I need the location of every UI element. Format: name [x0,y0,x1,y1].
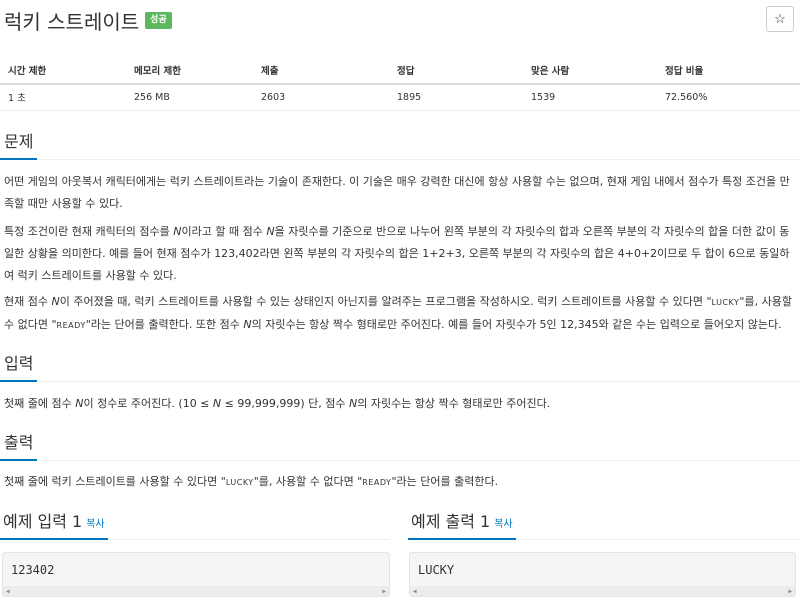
value-submissions: 2603 [253,84,389,111]
sample-input-box[interactable]: 123402 ◀ ▶ [2,552,390,597]
value-solved-users: 1539 [523,84,657,111]
problem-heading: 문제 [0,128,38,160]
header-memory-limit: 메모리 제한 [126,56,253,85]
variable-n: N [51,295,60,308]
header-submissions: 제출 [253,56,389,85]
page-title: 럭키 스트레이트 [4,9,140,34]
description-paragraph-2: 특정 조건이란 현재 캐릭터의 점수를 N이라고 할 때 점수 N을 자릿수를 … [4,225,790,282]
scroll-left-icon[interactable]: ◀ [6,588,10,595]
output-section-header: 출력 [0,429,800,461]
title-row: 럭키 스트레이트 성공 [4,6,172,34]
sample-input-heading: 예제 입력 1 복사 [0,508,108,540]
copy-output-button[interactable]: 복사 [494,519,512,530]
variable-n: N [173,225,182,238]
value-accepted: 1895 [389,84,523,111]
input-heading: 입력 [0,350,38,382]
scroll-right-icon[interactable]: ▶ [788,588,792,595]
horizontal-scrollbar[interactable]: ◀ ▶ [410,586,795,596]
problem-section-header: 문제 [0,128,800,160]
ready-keyword: READY [362,478,392,487]
scroll-right-icon[interactable]: ▶ [382,588,386,595]
output-heading: 출력 [0,429,38,461]
variable-n: N [266,225,275,238]
output-description: 첫째 줄에 럭키 스트레이트를 사용할 수 있다면 "LUCKY"를, 사용할 … [4,475,499,488]
status-badge: 성공 [145,11,172,29]
value-time-limit: 1 초 [0,84,126,111]
header-time-limit: 시간 제한 [0,56,126,85]
header-accept-ratio: 정답 비율 [657,56,800,85]
variable-n: N [348,397,358,410]
input-description: 첫째 줄에 점수 N이 정수로 주어진다. (10 ≤ N ≤ 99,999,9… [4,397,551,410]
sample-input-header: 예제 입력 1 복사 [0,508,390,540]
sample-output-header: 예제 출력 1 복사 [408,508,800,540]
table-header-row: 시간 제한 메모리 제한 제출 정답 맞은 사람 정답 비율 [0,56,800,85]
description-paragraph-1: 어떤 게임의 아웃복서 캐릭터에게는 럭키 스트레이트라는 기술이 존재한다. … [4,175,790,210]
favorite-button[interactable]: ☆ [766,6,794,32]
variable-n: N [243,318,252,331]
sample-output-value: LUCKY [418,563,455,577]
value-accept-ratio: 72.560% [657,84,800,111]
header-solved-users: 맞은 사람 [523,56,657,85]
sample-input-value: 123402 [11,563,55,577]
problem-info-table: 시간 제한 메모리 제한 제출 정답 맞은 사람 정답 비율 1 초 256 M… [0,56,800,111]
lucky-keyword: LUCKY [225,478,254,487]
ready-keyword: READY [56,321,86,330]
sample-output-box[interactable]: LUCKY ◀ ▶ [409,552,796,597]
horizontal-scrollbar[interactable]: ◀ ▶ [3,586,389,596]
variable-n: N [212,397,222,410]
description-paragraph-3: 현재 점수 N이 주어졌을 때, 럭키 스트레이트를 사용할 수 있는 상태인지… [4,295,792,331]
lucky-keyword: LUCKY [711,298,740,307]
sample-output-heading: 예제 출력 1 복사 [408,508,516,540]
header-accepted: 정답 [389,56,523,85]
table-row: 1 초 256 MB 2603 1895 1539 72.560% [0,84,800,111]
scroll-left-icon[interactable]: ◀ [413,588,417,595]
input-section-header: 입력 [0,350,800,382]
copy-input-button[interactable]: 복사 [86,519,104,530]
value-memory-limit: 256 MB [126,84,253,111]
star-icon: ☆ [774,11,786,26]
